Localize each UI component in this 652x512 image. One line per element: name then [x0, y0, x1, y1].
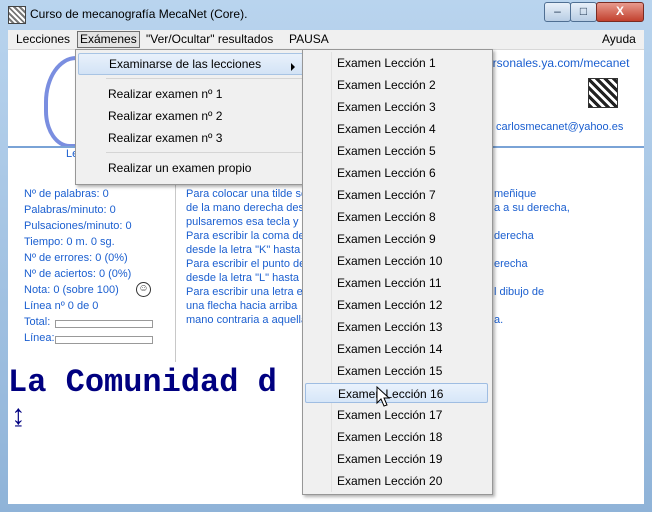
close-button[interactable]: X	[596, 2, 644, 22]
instruction-line: desde la letra "K" hasta	[186, 244, 301, 256]
website-link[interactable]: ersonales.ya.com/mecanet	[486, 56, 629, 70]
window-title: Curso de mecanografía MecaNet (Core).	[30, 7, 248, 21]
instruction-line: Para colocar una tilde sc	[186, 188, 307, 200]
total-label: Total:	[24, 316, 51, 328]
submenu-item-leccion-9[interactable]: Examen Lección 9	[305, 229, 488, 249]
menu-item-examinarse[interactable]: Examinarse de las lecciones	[78, 53, 334, 75]
submenu-item-leccion-19[interactable]: Examen Lección 19	[305, 449, 488, 469]
stat-nota: Nota: 0 (sobre 100)	[24, 284, 119, 296]
menu-item-examen-propio[interactable]: Realizar un examen propio	[78, 158, 251, 178]
instruction-line: desde la letra "L" hasta	[186, 272, 299, 284]
instruction-right: derecha	[494, 230, 534, 242]
instruction-line: Para escribir la coma de	[186, 230, 305, 242]
submenu-item-leccion-6[interactable]: Examen Lección 6	[305, 163, 488, 183]
submenu-item-leccion-12[interactable]: Examen Lección 12	[305, 295, 488, 315]
maximize-button[interactable]: □	[570, 2, 597, 22]
submenu-item-leccion-11[interactable]: Examen Lección 11	[305, 273, 488, 293]
submenu-item-leccion-17[interactable]: Examen Lección 17	[305, 405, 488, 425]
submenu-item-leccion-1[interactable]: Examen Lección 1	[305, 53, 488, 73]
submenu-item-leccion-7[interactable]: Examen Lección 7	[305, 185, 488, 205]
menu-lecciones[interactable]: Lecciones	[14, 32, 72, 47]
examenes-menu: Examinarse de las lecciones Realizar exa…	[75, 49, 334, 185]
submenu-item-leccion-5[interactable]: Examen Lección 5	[305, 141, 488, 161]
submenu-item-leccion-8[interactable]: Examen Lección 8	[305, 207, 488, 227]
instruction-right: erecha	[494, 258, 528, 270]
submenu-item-leccion-4[interactable]: Examen Lección 4	[305, 119, 488, 139]
menu-ayuda[interactable]: Ayuda	[600, 32, 638, 47]
menu-item-examen-1[interactable]: Realizar examen nº 1	[78, 84, 222, 104]
submenu-arrow-icon	[291, 63, 295, 71]
menu-item-examen-2[interactable]: Realizar examen nº 2	[78, 106, 222, 126]
submenu-item-leccion-18[interactable]: Examen Lección 18	[305, 427, 488, 447]
stat-pulsaciones: Pulsaciones/minuto: 0	[24, 220, 132, 232]
instruction-right: l dibujo de	[494, 286, 545, 298]
lecciones-submenu: Examen Lección 1 Examen Lección 2 Examen…	[302, 49, 493, 495]
instruction-line: Para escribir el punto de	[186, 258, 306, 270]
submenu-item-leccion-13[interactable]: Examen Lección 13	[305, 317, 488, 337]
menu-item-examen-3[interactable]: Realizar examen nº 3	[78, 128, 222, 148]
stat-linea: Línea nº 0 de 0	[24, 300, 99, 312]
menu-examenes[interactable]: Exámenes	[77, 31, 140, 48]
instruction-line: una flecha hacia arriba	[186, 300, 298, 312]
instruction-right: meñique	[494, 188, 537, 200]
instruction-right: a a su derecha,	[494, 202, 570, 214]
menu-separator	[106, 152, 302, 153]
submenu-item-leccion-10[interactable]: Examen Lección 10	[305, 251, 488, 271]
stat-errores: Nº de errores: 0 (0%)	[24, 252, 128, 264]
stat-ppm: Palabras/minuto: 0	[24, 204, 116, 216]
instruction-line: mano contraria a aquella	[186, 314, 308, 326]
submenu-item-leccion-16[interactable]: Examen Lección 16	[305, 383, 488, 403]
menu-bar: Lecciones Exámenes "Ver/Ocultar" resulta…	[8, 30, 644, 50]
menu-separator	[106, 78, 302, 79]
menu-ver-ocultar[interactable]: "Ver/Ocultar" resultados	[144, 32, 275, 47]
smiley-icon: ☺	[136, 282, 151, 297]
submenu-item-leccion-14[interactable]: Examen Lección 14	[305, 339, 488, 359]
instruction-line: Para escribir una letra e	[186, 286, 303, 298]
keyboard-grid-icon	[588, 78, 618, 108]
typing-cursor-icon: ↨	[10, 402, 27, 433]
email-link[interactable]: carlosmecanet@yahoo.es	[496, 121, 623, 133]
minimize-button[interactable]: –	[544, 2, 571, 22]
line-progress-bar	[55, 336, 153, 344]
stat-aciertos: Nº de aciertos: 0 (0%)	[24, 268, 132, 280]
instruction-line: pulsaremos esa tecla y	[186, 216, 299, 228]
linea-label: Línea:	[24, 332, 55, 344]
total-progress-bar	[55, 320, 153, 328]
submenu-item-leccion-20[interactable]: Examen Lección 20	[305, 471, 488, 491]
menu-pausa[interactable]: PAUSA	[287, 32, 331, 47]
submenu-item-leccion-2[interactable]: Examen Lección 2	[305, 75, 488, 95]
stat-tiempo: Tiempo: 0 m. 0 sg.	[24, 236, 115, 248]
title-bar: Curso de mecanografía MecaNet (Core). – …	[0, 0, 652, 30]
app-icon	[8, 6, 26, 24]
submenu-item-leccion-3[interactable]: Examen Lección 3	[305, 97, 488, 117]
instruction-line: de la mano derecha des	[186, 202, 305, 214]
instruction-right: a.	[494, 314, 504, 326]
stat-palabras: Nº de palabras: 0	[24, 188, 109, 200]
menu-item-label: Examinarse de las lecciones	[109, 57, 262, 71]
menu-gutter	[331, 52, 332, 492]
submenu-item-leccion-15[interactable]: Examen Lección 15	[305, 361, 488, 381]
